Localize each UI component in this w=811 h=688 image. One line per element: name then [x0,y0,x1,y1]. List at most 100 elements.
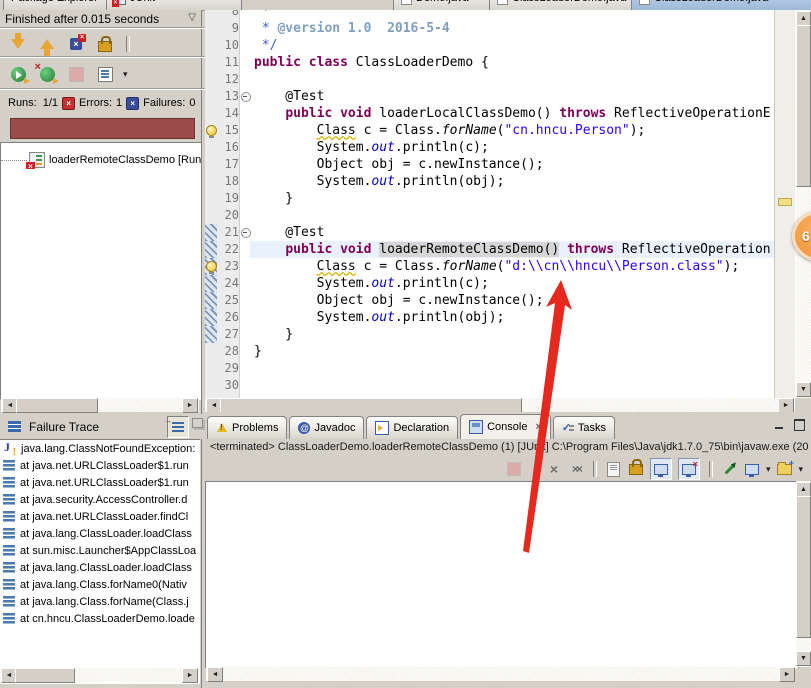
display-selected-console-button[interactable] [744,461,760,477]
code-line[interactable]: 21 @Test [205,224,775,241]
console-tab-javadoc[interactable]: @ Javadoc [289,416,365,439]
junit-tree-hscrollbar[interactable]: ◄ ► [1,398,199,413]
dropdown-icon[interactable]: ▾ [123,69,128,80]
scroll-thumb[interactable] [220,398,522,412]
compare-result-button[interactable] [192,418,203,428]
java-code-editor[interactable]: 8 * 9 * @version 1.0 2016-5-4 10 */11 publi… [205,10,811,412]
code-line[interactable]: 23 Class c = Class.forName("d:\\cn\\hncu… [205,258,775,275]
code-line[interactable]: 14 public void loaderLocalClassDemo() th… [205,105,775,122]
rerun-failed-tests-button[interactable] [36,63,59,85]
code-line[interactable]: 12 [205,71,775,88]
quickfix-lightbulb-icon[interactable] [206,125,217,138]
show-failures-only-button[interactable]: × [65,33,87,55]
console-tab-console[interactable]: Console × [460,414,551,439]
console-tab-problems[interactable]: Problems [207,416,288,439]
scroll-thumb[interactable] [796,25,811,187]
clear-console-button[interactable] [606,461,622,477]
overview-ruler[interactable] [774,10,795,398]
scroll-thumb[interactable] [15,668,75,683]
code-line[interactable]: 10 */ [205,37,775,54]
fold-collapse-icon[interactable] [241,92,251,102]
code-line[interactable]: 24 System.out.println(c); [205,275,775,292]
code-line[interactable]: 16 System.out.println(c); [205,139,775,156]
code-line[interactable]: 27 } [205,326,775,343]
code-line[interactable]: 29 [205,360,775,377]
fold-collapse-icon[interactable] [241,228,251,238]
console-hscrollbar[interactable]: ◄ ► [206,667,796,682]
console-scroll-lock-button[interactable] [628,458,644,477]
failure-trace-item[interactable]: at java.security.AccessController.d [0,491,200,508]
test-run-history-button[interactable] [94,63,116,85]
scroll-up-button[interactable]: ▲ [796,11,811,26]
fold-column [241,105,250,122]
failure-trace-item[interactable]: at cn.hncu.ClassLoaderDemo.loade [0,610,200,627]
stop-test-run-button[interactable] [65,63,87,85]
scroll-up-button[interactable]: ▲ [796,482,811,497]
code-line[interactable]: 15 Class c = Class.forName("cn.hncu.Pers… [205,122,775,139]
failure-trace-item[interactable]: at java.net.URLClassLoader.findCl [0,508,200,525]
terminate-button[interactable] [506,461,522,477]
failure-trace-hscrollbar[interactable]: ◄ ► [0,668,199,683]
code-line[interactable]: 19 } [205,190,775,207]
pin-console-button[interactable] [722,461,738,477]
failure-trace-item[interactable]: java.lang.ClassNotFoundException: [0,440,200,457]
code-line[interactable]: 26 System.out.println(obj); [205,309,775,326]
scroll-right-button[interactable]: ► [182,668,198,683]
open-console-button[interactable] [776,458,794,477]
maximize-button[interactable] [791,418,807,432]
next-failed-test-button[interactable] [7,32,29,55]
show-console-on-output-button[interactable] [649,458,672,480]
failure-trace-item[interactable]: at java.net.URLClassLoader$1.run [0,457,200,474]
code-line[interactable]: 25 Object obj = c.newInstance(); [205,292,775,309]
code-line[interactable]: 13 @Test [205,88,775,105]
code-line[interactable]: 22 public void loaderRemoteClassDemo() t… [205,241,775,258]
code-line[interactable]: 28} [205,343,775,360]
code-line[interactable]: 20 [205,207,775,224]
annotation-column [205,275,217,292]
failure-trace-item[interactable]: at sun.misc.Launcher$AppClassLoa [0,542,200,559]
console-vscrollbar[interactable]: ▲ ▼ [796,481,811,667]
scroll-right-button[interactable]: ► [779,667,795,682]
rerun-test-button[interactable] [7,63,30,85]
dropdown-icon[interactable]: ▾ [798,464,803,475]
scroll-thumb[interactable] [16,398,98,413]
scroll-down-button[interactable]: ▼ [796,651,811,666]
previous-failed-test-button[interactable] [36,33,58,56]
code-line[interactable]: 11 public class ClassLoaderDemo { [205,54,775,71]
warning-marker[interactable] [778,198,792,206]
close-icon[interactable]: × [772,0,778,4]
scroll-right-button[interactable]: ► [182,398,198,413]
failure-trace-item[interactable]: at java.net.URLClassLoader$1.run [0,474,200,491]
code-line[interactable]: 9 * @version 1.0 2016-5-4 [205,20,775,37]
scroll-down-button[interactable]: ▼ [796,382,811,397]
editor-vscrollbar[interactable]: ▲ ▼ [796,10,811,398]
show-console-on-error-button[interactable] [677,458,700,480]
test-tree-item[interactable]: loaderRemoteClassDemo [Runn [1,151,201,169]
console-tab-tasks[interactable]: Tasks [552,416,616,439]
code-line[interactable]: 18 System.out.println(obj); [205,173,775,190]
failure-trace-list[interactable]: java.lang.ClassNotFoundException: at java… [0,439,200,684]
remove-all-terminated-button[interactable]: ×× [568,461,584,477]
code-line[interactable]: 30 [205,377,775,394]
code-line[interactable]: 8 * [205,10,775,20]
editor-hscrollbar[interactable]: ◄ ► [205,398,795,412]
scroll-thumb[interactable] [796,496,811,638]
code-line[interactable]: 17 Object obj = c.newInstance(); [205,156,775,173]
minimize-button[interactable] [771,418,787,432]
console-tab-declaration[interactable]: Declaration [366,416,459,439]
failure-trace-item[interactable]: at java.lang.Class.forName(Class.j [0,593,200,610]
scroll-left-button[interactable]: ◄ [207,667,223,682]
quickfix-lightbulb-icon[interactable] [206,261,217,274]
scroll-lock-button[interactable] [94,33,116,55]
close-icon[interactable]: × [535,421,541,433]
scroll-right-button[interactable]: ► [778,398,794,412]
failure-trace-item[interactable]: at java.lang.Class.forName0(Nativ [0,576,200,593]
dropdown-icon[interactable]: ▾ [766,464,771,475]
chevron-down-icon[interactable]: ▽ [188,12,196,23]
failure-trace-item[interactable]: at java.lang.ClassLoader.loadClass [0,559,200,576]
failure-trace-item[interactable]: at java.lang.ClassLoader.loadClass [0,525,200,542]
console-output-area[interactable] [205,481,799,668]
remove-launch-button[interactable]: × [546,461,562,477]
junit-test-tree[interactable]: loaderRemoteClassDemo [Runn [0,142,201,400]
filter-stack-trace-button[interactable] [164,416,189,438]
